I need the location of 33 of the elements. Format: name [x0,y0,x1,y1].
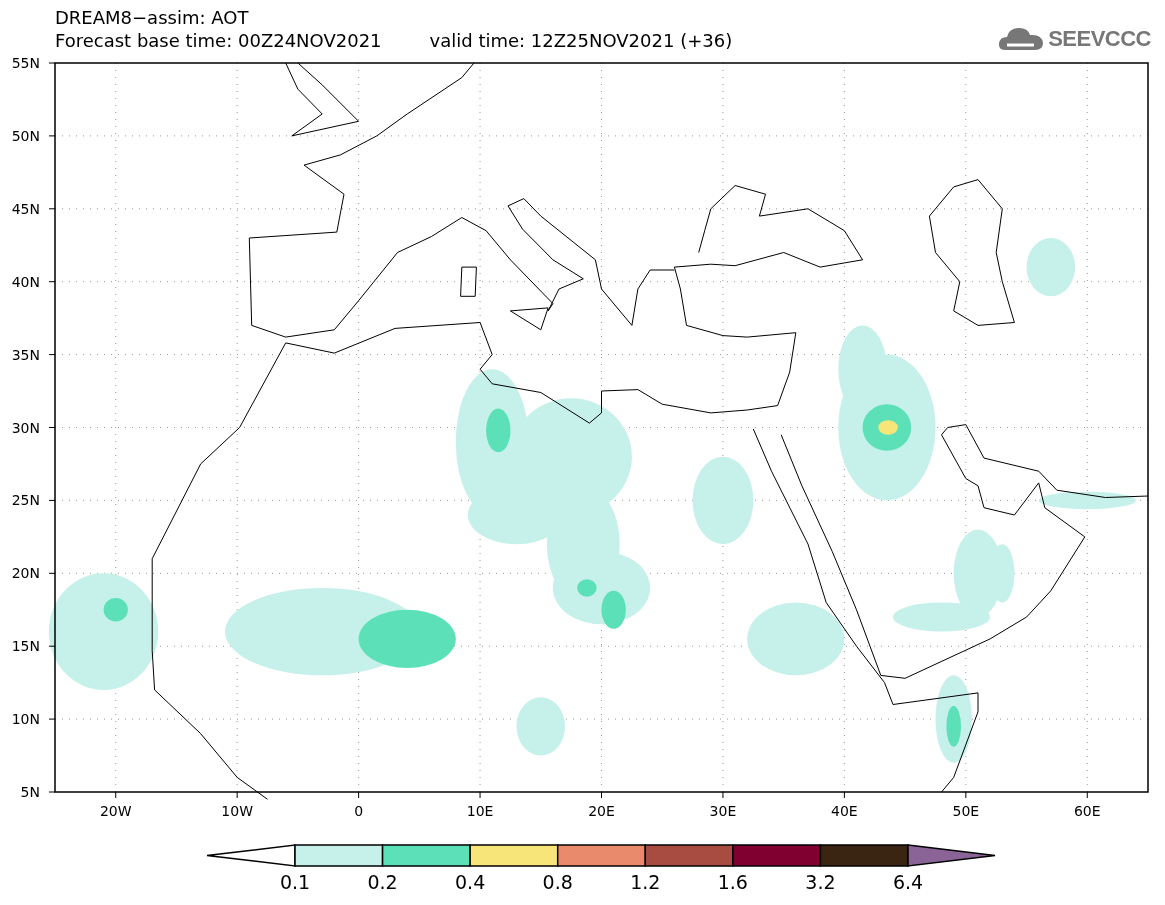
legend-label: 1.6 [717,871,748,893]
latitude-label: 30N [11,419,40,436]
latitude-label: 10N [11,711,40,728]
legend-label: 6.4 [892,871,924,893]
valid-time-label: valid time: 12Z25NOV2021 (+36) [429,29,733,52]
longitude-label: 60E [1073,803,1101,819]
latitude-label: 55N [11,55,40,71]
longitude-label: 10E [466,803,494,819]
longitude-label: 10W [221,803,253,819]
legend-label: 0.1 [279,871,311,893]
latitude-label: 40N [11,273,40,290]
longitude-label: 0 [354,803,364,819]
latitude-label: 20N [11,565,40,582]
legend-label: 1.2 [630,871,661,893]
latitude-label: 15N [11,638,40,655]
legend-label: 0.4 [455,871,486,893]
longitude-label: 20E [588,803,615,819]
legend-label: 0.2 [367,871,398,893]
longitude-label: 20W [99,803,132,819]
base-time-label: Forecast base time: 00Z24NOV2021 [55,29,382,52]
longitude-label: 50E [952,803,980,819]
latitude-label: 50N [11,127,40,144]
chart-title: DREAM8−assim: AOT [55,6,250,29]
latitude-label: 35N [11,346,40,363]
cloud-icon [998,25,1045,52]
latitude-label: 45N [11,200,40,217]
logo-text: SEEVCCC [1048,25,1151,53]
legend-label: 0.8 [542,871,573,893]
legend-label: 3.2 [805,871,836,893]
latitude-label: 5N [20,784,40,800]
longitude-label: 40E [831,803,858,819]
longitude-label: 30E [709,803,737,819]
latitude-label: 25N [11,492,40,509]
